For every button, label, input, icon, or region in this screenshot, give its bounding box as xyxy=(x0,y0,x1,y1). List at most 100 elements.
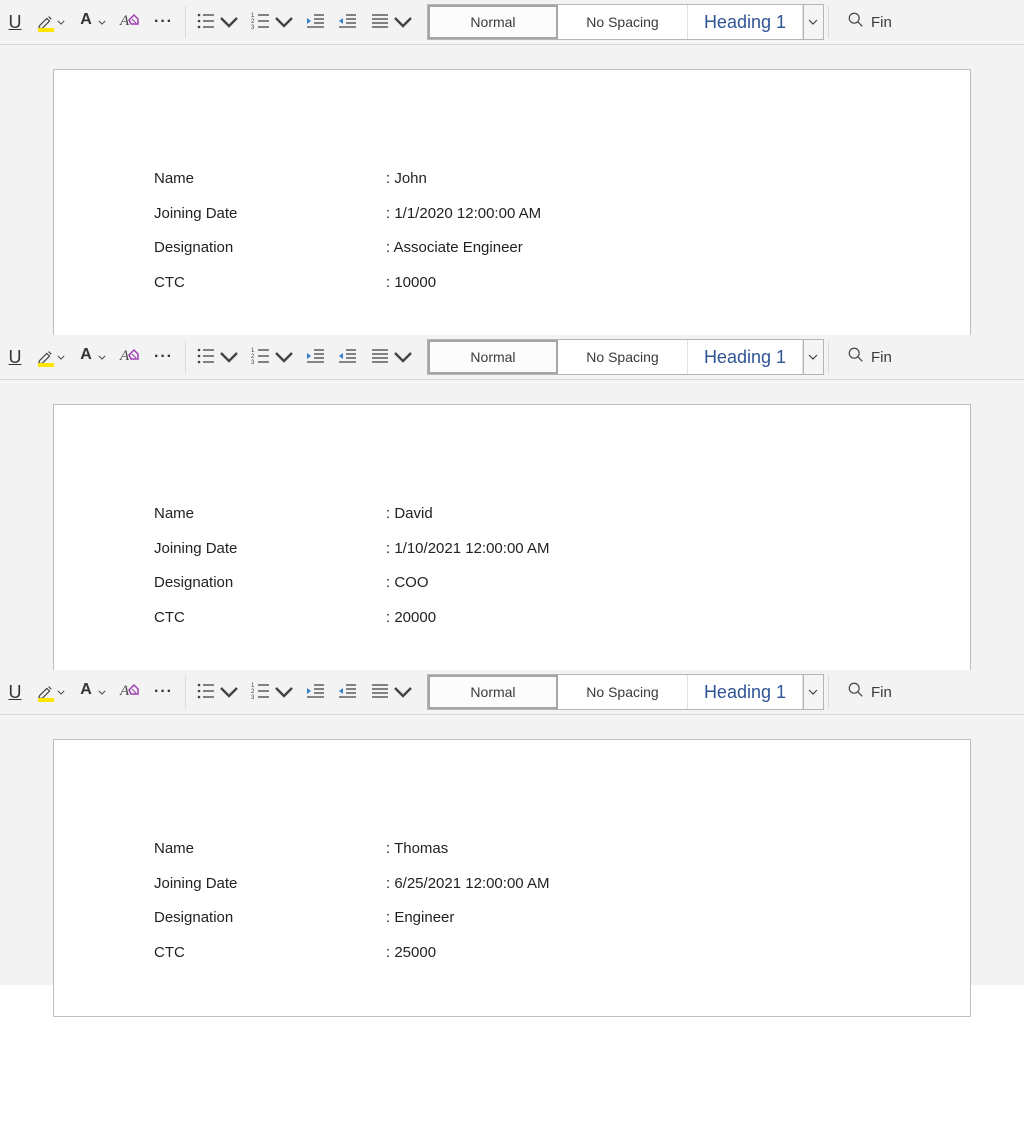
style-no-spacing[interactable]: No Spacing xyxy=(558,675,688,709)
style-no-spacing[interactable]: No Spacing xyxy=(558,340,688,374)
document-viewport[interactable]: Name : Thomas Joining Date : 6/25/2021 1… xyxy=(0,715,1024,985)
find-button[interactable]: Fin xyxy=(847,681,892,703)
numbered-list-icon: 123 xyxy=(251,681,271,704)
record-row-joining-date: Joining Date : 6/25/2021 12:00:00 AM xyxy=(154,873,870,896)
field-value-joining-date: : 1/10/2021 12:00:00 AM xyxy=(386,538,870,561)
bullet-list-button[interactable] xyxy=(190,335,245,379)
find-label: Fin xyxy=(871,684,892,701)
chevron-down-icon xyxy=(274,682,294,702)
clear-formatting-button[interactable]: A xyxy=(112,335,146,379)
decrease-indent-icon xyxy=(306,11,326,34)
font-overflow-button[interactable]: ··· xyxy=(146,0,181,44)
document-page[interactable]: Name : Thomas Joining Date : 6/25/2021 1… xyxy=(53,739,971,1017)
style-no-spacing[interactable]: No Spacing xyxy=(558,5,688,39)
field-value-ctc: : 10000 xyxy=(386,272,870,295)
underline-icon: U xyxy=(6,12,24,33)
underline-button[interactable]: U xyxy=(0,0,30,44)
font-color-button[interactable]: A xyxy=(71,0,112,44)
field-value-ctc: : 20000 xyxy=(386,607,870,630)
font-color-icon: A xyxy=(77,348,95,366)
numbered-list-button[interactable]: 123 xyxy=(245,0,300,44)
style-gallery: Normal No Spacing Heading 1 xyxy=(427,339,824,375)
svg-text:A: A xyxy=(119,683,130,699)
toolbar-divider xyxy=(828,676,829,708)
style-normal[interactable]: Normal xyxy=(428,340,558,374)
font-color-icon: A xyxy=(77,13,95,31)
highlighter-icon xyxy=(36,348,54,366)
style-gallery: Normal No Spacing Heading 1 xyxy=(427,674,824,710)
record-row-name: Name : John xyxy=(154,168,870,191)
increase-indent-button[interactable] xyxy=(332,335,364,379)
chevron-down-icon xyxy=(808,689,818,695)
underline-button[interactable]: U xyxy=(0,335,30,379)
alignment-button[interactable] xyxy=(364,670,419,714)
record-row-name: Name : David xyxy=(154,503,870,526)
highlight-color-button[interactable] xyxy=(30,335,71,379)
chevron-down-icon xyxy=(57,20,65,25)
field-value-joining-date: : 1/1/2020 12:00:00 AM xyxy=(386,203,870,226)
field-label-ctc: CTC xyxy=(154,607,386,630)
record-row-ctc: CTC : 20000 xyxy=(154,607,870,630)
bullet-list-button[interactable] xyxy=(190,0,245,44)
decrease-indent-button[interactable] xyxy=(300,670,332,714)
find-button[interactable]: Fin xyxy=(847,11,892,33)
chevron-down-icon xyxy=(393,347,413,367)
style-normal[interactable]: Normal xyxy=(428,5,558,39)
record-row-name: Name : Thomas xyxy=(154,838,870,861)
search-icon xyxy=(847,681,871,703)
chevron-down-icon xyxy=(808,354,818,360)
font-overflow-button[interactable]: ··· xyxy=(146,670,181,714)
font-overflow-button[interactable]: ··· xyxy=(146,335,181,379)
document-page[interactable]: Name : John Joining Date : 1/1/2020 12:0… xyxy=(53,69,971,347)
editor-strip: U A A ··· 123 No xyxy=(0,0,1024,335)
font-color-button[interactable]: A xyxy=(71,335,112,379)
style-heading-1[interactable]: Heading 1 xyxy=(688,340,803,374)
clear-formatting-icon: A xyxy=(118,10,140,35)
alignment-button[interactable] xyxy=(364,335,419,379)
field-label-designation: Designation xyxy=(154,237,386,260)
numbered-list-button[interactable]: 123 xyxy=(245,335,300,379)
find-button[interactable]: Fin xyxy=(847,346,892,368)
editor-strip: U A A ··· 123 No xyxy=(0,335,1024,670)
toolbar-divider xyxy=(185,6,186,38)
style-gallery-dropdown[interactable] xyxy=(803,675,823,709)
decrease-indent-icon xyxy=(306,346,326,369)
style-gallery-dropdown[interactable] xyxy=(803,5,823,39)
bullet-list-button[interactable] xyxy=(190,670,245,714)
font-color-button[interactable]: A xyxy=(71,670,112,714)
field-value-name: : Thomas xyxy=(386,838,870,861)
increase-indent-button[interactable] xyxy=(332,670,364,714)
chevron-down-icon xyxy=(98,690,106,695)
style-normal[interactable]: Normal xyxy=(428,675,558,709)
record-row-joining-date: Joining Date : 1/1/2020 12:00:00 AM xyxy=(154,203,870,226)
increase-indent-button[interactable] xyxy=(332,0,364,44)
ellipsis-icon: ··· xyxy=(154,13,173,31)
document-page[interactable]: Name : David Joining Date : 1/10/2021 12… xyxy=(53,404,971,682)
bullet-list-icon xyxy=(196,681,216,704)
highlight-color-button[interactable] xyxy=(30,0,71,44)
highlight-color-button[interactable] xyxy=(30,670,71,714)
highlighter-icon xyxy=(36,13,54,31)
alignment-button[interactable] xyxy=(364,0,419,44)
chevron-down-icon xyxy=(98,20,106,25)
document-viewport[interactable]: Name : John Joining Date : 1/1/2020 12:0… xyxy=(0,45,1024,335)
underline-button[interactable]: U xyxy=(0,670,30,714)
decrease-indent-button[interactable] xyxy=(300,335,332,379)
numbered-list-button[interactable]: 123 xyxy=(245,670,300,714)
editor-strip: U A A ··· 123 No xyxy=(0,670,1024,985)
clear-formatting-button[interactable]: A xyxy=(112,0,146,44)
toolbar-divider xyxy=(828,341,829,373)
document-viewport[interactable]: Name : David Joining Date : 1/10/2021 12… xyxy=(0,380,1024,670)
clear-formatting-button[interactable]: A xyxy=(112,670,146,714)
record-row-ctc: CTC : 10000 xyxy=(154,272,870,295)
svg-text:3: 3 xyxy=(251,25,255,31)
chevron-down-icon xyxy=(98,355,106,360)
decrease-indent-button[interactable] xyxy=(300,0,332,44)
ellipsis-icon: ··· xyxy=(154,348,173,366)
style-heading-1[interactable]: Heading 1 xyxy=(688,5,803,39)
style-heading-1[interactable]: Heading 1 xyxy=(688,675,803,709)
highlighter-icon xyxy=(36,683,54,701)
decrease-indent-icon xyxy=(306,681,326,704)
style-gallery-dropdown[interactable] xyxy=(803,340,823,374)
chevron-down-icon xyxy=(808,19,818,25)
